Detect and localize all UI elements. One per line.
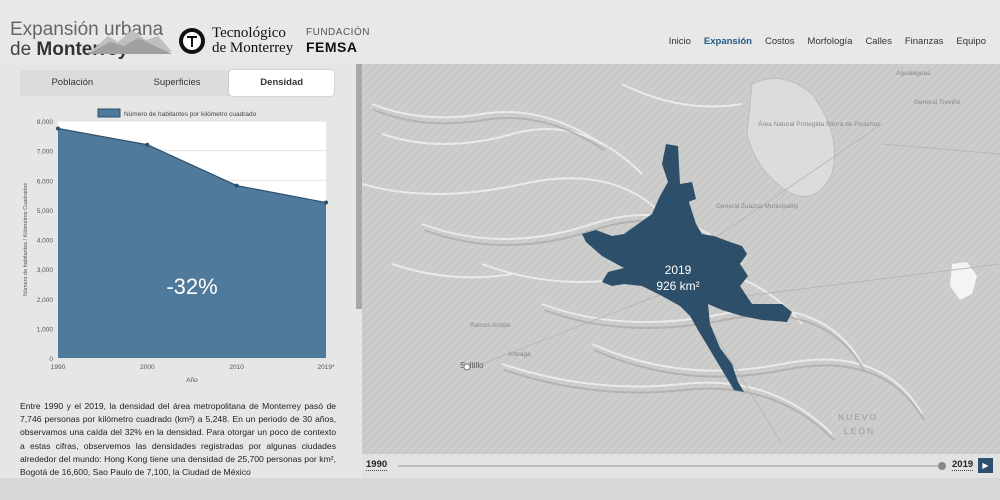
chart-point-0	[56, 126, 60, 131]
nav-item-2[interactable]: Costos	[765, 36, 795, 47]
timeline-start-label[interactable]: 1990	[366, 459, 388, 471]
tec-line2: de Monterrey	[212, 40, 294, 56]
y-tick-label: 3,000	[37, 267, 54, 274]
nav-item-1[interactable]: Expansión	[704, 36, 752, 47]
legend-swatch	[97, 108, 121, 118]
timeline: 1990 2019 ▶	[362, 454, 1000, 478]
nav-item-4[interactable]: Calles	[865, 36, 891, 47]
femsa-small: FUNDACIÓN	[306, 27, 370, 38]
chart-tabs: Población Superficies Densidad	[20, 70, 335, 96]
y-tick-label: 5,000	[37, 208, 54, 215]
main-nav: Inicio Expansión Costos Morfología Calles Fin…	[669, 36, 986, 47]
play-button[interactable]: ▶	[978, 458, 993, 473]
tec-seal-icon	[179, 28, 205, 54]
logo-line2-prefix: de	[10, 39, 37, 60]
place-nuevo: NUEVO	[838, 412, 878, 422]
timeline-handle[interactable]	[938, 462, 946, 470]
map[interactable]: 2019 926 km² Agualeguas General Treviño …	[362, 64, 1000, 454]
nav-item-5[interactable]: Finanzas	[905, 36, 944, 47]
place-arteaga: Arteaga	[508, 351, 531, 358]
y-tick-label: 4,000	[37, 238, 54, 245]
bottom-strip	[0, 478, 1000, 500]
left-panel: Población Superficies Densidad 0 1,000 2,000…	[0, 64, 356, 478]
play-icon: ▶	[982, 461, 989, 470]
nav-item-0[interactable]: Inicio	[669, 36, 691, 47]
y-tick-label: 7,000	[37, 149, 54, 156]
y-axis-title: Número de habitantes / Kilómetros Cuadra…	[23, 183, 29, 296]
chart-point-1	[145, 142, 150, 147]
y-tick-label: 0	[49, 356, 53, 363]
place-ramos-arizpe: Ramos Arizpe	[470, 322, 511, 329]
tab-1[interactable]: Superficies	[125, 70, 230, 96]
place-leon: LEÓN	[844, 426, 875, 436]
timeline-end-label[interactable]: 2019	[952, 459, 974, 471]
tab-2[interactable]: Densidad	[229, 70, 335, 96]
chart-point-2	[234, 183, 239, 188]
map-area-label: 926 km²	[656, 279, 699, 293]
map-year-label: 2019	[665, 263, 692, 277]
nav-item-6[interactable]: Equipo	[956, 36, 986, 47]
header: Expansión urbana de Monterrey Tecnológic…	[0, 0, 1000, 64]
x-axis-title: Año	[186, 377, 198, 384]
x-tick-label: 2010	[229, 364, 244, 371]
x-tick-label: 2000	[140, 364, 155, 371]
y-tick-label: 8,000	[37, 119, 54, 126]
tec-line1: Tecnológico	[212, 25, 286, 41]
chart-annotation: -32%	[166, 274, 217, 299]
tab-0[interactable]: Población	[20, 70, 125, 96]
tec-text: Tecnológico de Monterrey	[212, 26, 293, 56]
density-chart: 0 1,000 2,000 3,000 4,000 5,000 6,000 7,000 8,00…	[23, 108, 335, 384]
x-tick-label: 1990	[51, 364, 66, 371]
map-canvas[interactable]: 2019 926 km² Agualeguas General Treviño …	[362, 64, 1000, 454]
x-tick-label: 2019*	[318, 364, 335, 371]
nav-item-3[interactable]: Morfología	[808, 36, 853, 47]
mountain-logo-icon	[88, 30, 172, 54]
place-general-trevino: General Treviño	[914, 99, 961, 106]
tec-logo[interactable]: Tecnológico de Monterrey	[178, 26, 293, 56]
femsa-big: FEMSA	[306, 39, 358, 55]
place-agualeguas: Agualeguas	[896, 70, 931, 77]
place-saltillo: Saltillo	[460, 361, 484, 370]
y-tick-label: 2,000	[37, 297, 54, 304]
chart-point-3	[324, 200, 328, 205]
femsa-logo[interactable]: FUNDACIÓN FEMSA	[306, 26, 370, 54]
place-zuazua: General Zuazua Municipality	[716, 203, 799, 210]
place-protected-area: Área Natural Protegida Sierra de Picacho…	[758, 119, 881, 128]
legend-label: Número de habitantes por kilómetro cuadr…	[124, 111, 257, 118]
timeline-track[interactable]	[398, 465, 942, 467]
saltillo-marker	[463, 363, 471, 371]
y-tick-label: 6,000	[37, 178, 54, 185]
y-tick-label: 1,000	[37, 326, 54, 333]
density-description: Entre 1990 y el 2019, la densidad del ár…	[20, 401, 336, 478]
